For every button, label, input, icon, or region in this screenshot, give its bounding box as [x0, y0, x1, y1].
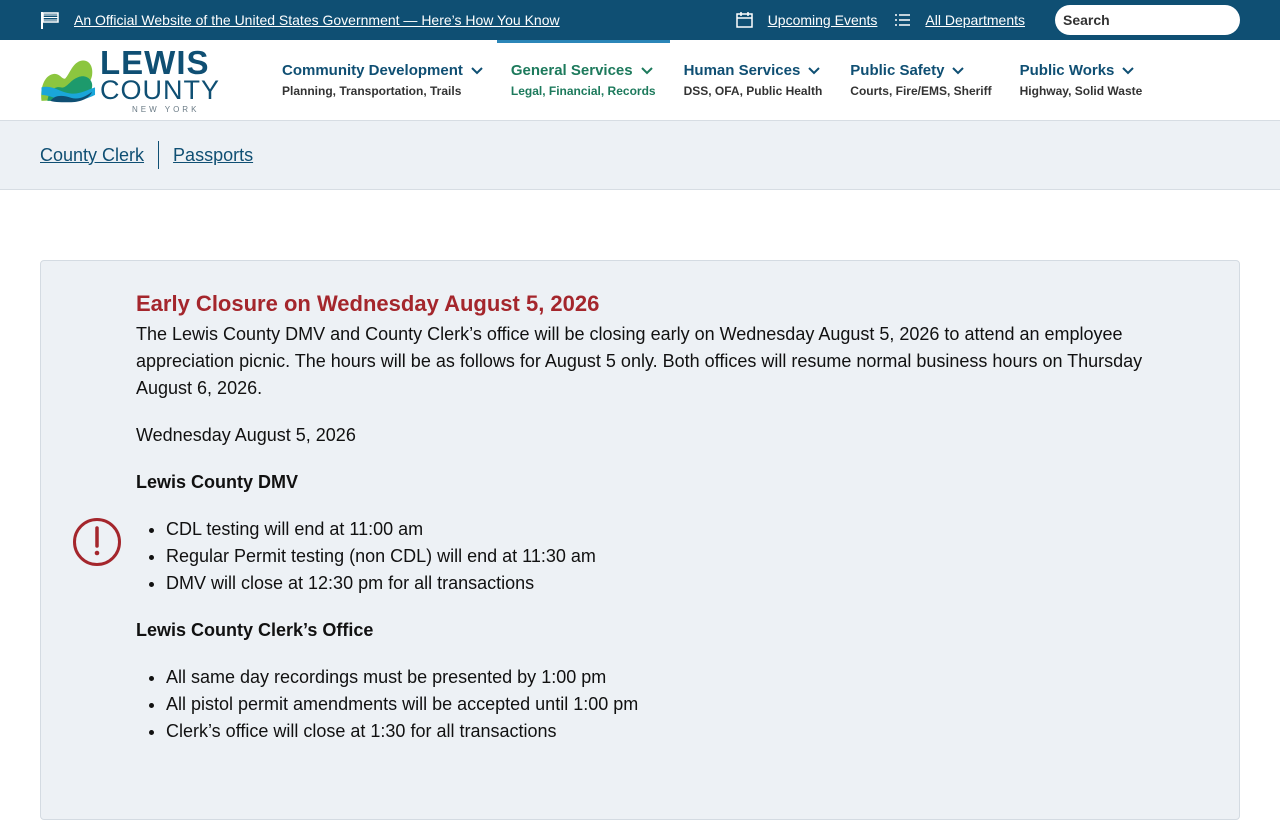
upcoming-events[interactable]: Upcoming Events [736, 11, 878, 29]
chevron-down-icon [471, 65, 483, 77]
list-item: DMV will close at 12:30 pm for all trans… [166, 570, 1186, 597]
nav-community-development[interactable]: Community Development Planning, Transpor… [268, 40, 497, 121]
breadcrumb-passports[interactable]: Passports [173, 145, 253, 166]
nav-public-safety[interactable]: Public Safety Courts, Fire/EMS, Sheriff [836, 40, 1005, 121]
alert-date: Wednesday August 5, 2026 [136, 425, 356, 445]
chevron-down-icon [1122, 65, 1135, 77]
alert-exclamation-icon [72, 517, 122, 567]
clerk-heading: Lewis County Clerk’s Office [136, 620, 374, 640]
logo-line-2: COUNTY [100, 75, 220, 105]
clerk-list: All same day recordings must be presente… [166, 664, 1186, 745]
nav-title: Public Works [1019, 62, 1115, 79]
dmv-heading: Lewis County DMV [136, 472, 299, 492]
nav-subtitle: Courts, Fire/EMS, Sheriff [850, 84, 992, 98]
nav-subtitle: DSS, OFA, Public Health [683, 84, 823, 98]
alert-title: Early Closure on Wednesday August 5, 202… [136, 291, 600, 316]
list-item: CDL testing will end at 11:00 am [166, 516, 1186, 543]
list-item: Clerk’s office will close at 1:30 for al… [166, 718, 1186, 745]
dmv-list: CDL testing will end at 11:00 am Regular… [166, 516, 1186, 597]
closure-alert: Early Closure on Wednesday August 5, 202… [40, 260, 1240, 820]
breadcrumb-county-clerk[interactable]: County Clerk [40, 145, 144, 166]
site-header: LEWIS COUNTY NEW YORK Community Developm… [0, 39, 1280, 121]
nav-human-services[interactable]: Human Services DSS, OFA, Public Health [670, 40, 837, 121]
nav-title: General Services [510, 62, 633, 79]
breadcrumb-divider [158, 141, 160, 169]
nav-general-services[interactable]: General Services Legal, Financial, Recor… [496, 39, 670, 121]
list-item: All same day recordings must be presente… [166, 664, 1186, 691]
list-item: Regular Permit testing (non CDL) will en… [166, 543, 1186, 570]
all-departments-link[interactable]: All Departments [925, 12, 1025, 28]
nav-title: Public Safety [850, 62, 945, 79]
official-banner: An Official Website of the United States… [0, 0, 1280, 40]
flag-icon [40, 11, 60, 29]
list-icon [893, 11, 911, 29]
logo-line-3: NEW YORK [132, 105, 200, 114]
upcoming-events-link[interactable]: Upcoming Events [768, 12, 878, 28]
chevron-down-icon [640, 65, 653, 77]
alert-content: Early Closure on Wednesday August 5, 202… [136, 291, 1186, 765]
all-departments[interactable]: All Departments [893, 11, 1025, 29]
search-input[interactable] [1055, 5, 1240, 35]
nav-subtitle: Legal, Financial, Records [510, 84, 656, 98]
alert-intro: The Lewis County DMV and County Clerk’s … [136, 324, 1143, 398]
nav-public-works[interactable]: Public Works Highway, Solid Waste [1006, 40, 1157, 121]
nav-title: Human Services [683, 62, 801, 79]
calendar-icon [736, 11, 754, 29]
nav-title: Community Development [282, 62, 463, 79]
official-website-link[interactable]: An Official Website of the United States… [74, 12, 560, 28]
chevron-down-icon [808, 65, 821, 77]
county-logo[interactable]: LEWIS COUNTY NEW YORK [40, 46, 220, 114]
main-nav: Community Development Planning, Transpor… [268, 39, 1157, 121]
county-wordmark: LEWIS COUNTY NEW YORK [100, 46, 220, 114]
nav-subtitle: Planning, Transportation, Trails [282, 84, 462, 98]
list-item: All pistol permit amendments will be acc… [166, 691, 1186, 718]
nav-subtitle: Highway, Solid Waste [1019, 84, 1143, 98]
breadcrumb: County Clerk Passports [0, 121, 1280, 190]
chevron-down-icon [952, 65, 965, 77]
county-logo-mark [41, 60, 96, 103]
